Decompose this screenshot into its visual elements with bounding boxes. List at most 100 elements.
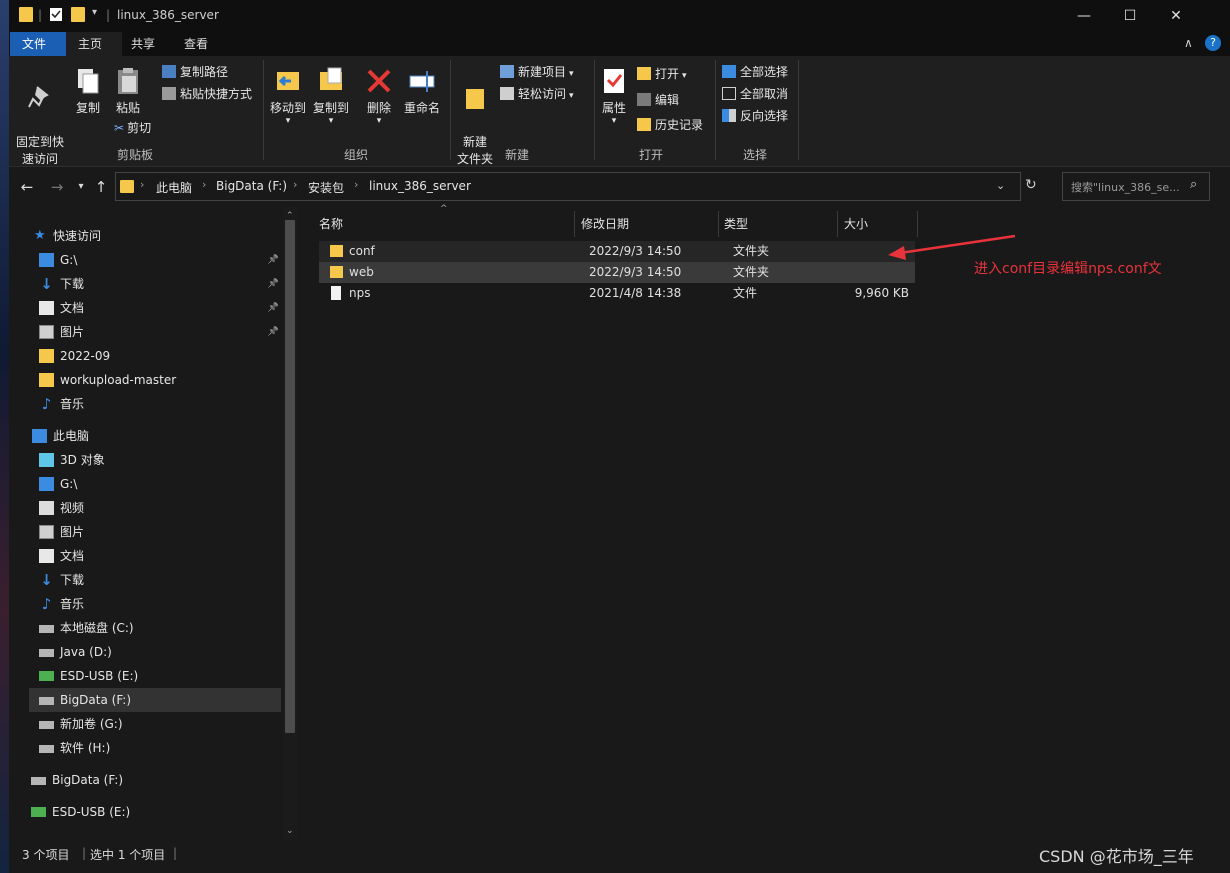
- invert-selection-button[interactable]: 反向选择: [722, 106, 788, 126]
- sidebar-item-label: 图片: [60, 525, 85, 539]
- delete-button[interactable]: 删除 ▾: [362, 66, 396, 126]
- sidebar-item[interactable]: BigData (F:): [29, 688, 281, 712]
- refresh-icon[interactable]: ↻: [1025, 177, 1037, 193]
- delete-icon: [364, 66, 394, 96]
- column-header-name[interactable]: 名称: [319, 212, 343, 236]
- edit-button[interactable]: 编辑: [637, 90, 679, 110]
- column-divider[interactable]: [574, 211, 575, 237]
- address-dropdown-icon[interactable]: ⌄: [996, 179, 1005, 192]
- sidebar-item[interactable]: ESD-USB (E:): [21, 800, 281, 824]
- search-box[interactable]: 搜索"linux_386_se... ⌕: [1062, 172, 1210, 201]
- sidebar-item[interactable]: ♪ 音乐: [29, 392, 281, 416]
- sidebar-item[interactable]: 3D 对象: [29, 448, 281, 472]
- pin-icon[interactable]: 📌: [268, 296, 279, 320]
- select-none-button[interactable]: 全部取消: [722, 84, 788, 104]
- recent-dropdown-icon[interactable]: ▾: [71, 177, 91, 197]
- sidebar-item-label: 快速访问: [53, 229, 102, 243]
- sidebar-item-label: workupload-master: [60, 373, 177, 387]
- breadcrumb-this-pc[interactable]: 此电脑: [156, 179, 192, 196]
- maximize-button[interactable]: ☐: [1107, 0, 1153, 32]
- copy-button[interactable]: 复制: [71, 66, 105, 117]
- new-item-button[interactable]: 新建项目 ▾: [500, 62, 574, 82]
- sidebar-item[interactable]: 本地磁盘 (C:): [29, 616, 281, 640]
- up-arrow-icon[interactable]: ↑: [91, 177, 111, 197]
- file-row[interactable]: nps 2021/4/8 14:38 文件 9,960 KB: [319, 283, 915, 304]
- paste-shortcut-button[interactable]: 粘贴快捷方式: [162, 84, 252, 104]
- address-bar[interactable]: › 此电脑 › BigData (F:) › 安装包 › linux_386_s…: [115, 172, 1021, 201]
- scroll-up-icon[interactable]: ⌃: [286, 211, 294, 221]
- column-header-size[interactable]: 大小: [844, 212, 868, 236]
- sidebar-item[interactable]: 图片: [29, 520, 281, 544]
- sidebar-item[interactable]: workupload-master: [29, 368, 281, 392]
- move-to-button[interactable]: 移动到 ▾: [268, 66, 308, 126]
- paste-button[interactable]: 粘贴: [111, 66, 145, 117]
- new-folder-quick-icon[interactable]: [71, 7, 85, 22]
- open-button[interactable]: 打开 ▾: [637, 64, 687, 84]
- cut-button[interactable]: ✂ 剪切: [114, 118, 151, 138]
- file-row[interactable]: web 2022/9/3 14:50 文件夹: [319, 262, 915, 283]
- sidebar-item[interactable]: 新加卷 (G:): [29, 712, 281, 736]
- search-icon[interactable]: ⌕: [1190, 177, 1197, 192]
- sidebar-scrollbar-thumb[interactable]: [285, 220, 295, 733]
- properties-quick-icon[interactable]: [49, 7, 63, 22]
- download-icon: ↓: [40, 275, 53, 293]
- file-type: 文件: [733, 286, 758, 300]
- chevron-right-icon[interactable]: ›: [293, 178, 297, 191]
- sidebar-item[interactable]: ESD-USB (E:): [29, 664, 281, 688]
- pin-icon[interactable]: 📌: [268, 248, 279, 272]
- history-button[interactable]: 历史记录: [637, 115, 703, 135]
- tab-share[interactable]: 共享: [119, 32, 175, 56]
- chevron-right-icon[interactable]: ›: [202, 178, 206, 191]
- easy-access-button[interactable]: 轻松访问 ▾: [500, 84, 574, 104]
- tab-file[interactable]: 文件: [10, 32, 66, 56]
- sidebar-item[interactable]: BigData (F:): [21, 768, 281, 792]
- tab-view[interactable]: 查看: [172, 32, 228, 56]
- sidebar-item[interactable]: 软件 (H:): [29, 736, 281, 760]
- tab-home[interactable]: 主页: [66, 32, 122, 56]
- column-header-type[interactable]: 类型: [724, 212, 748, 236]
- sidebar-item[interactable]: 2022-09: [29, 344, 281, 368]
- minimize-button[interactable]: —: [1061, 0, 1107, 32]
- file-row[interactable]: conf 2022/9/3 14:50 文件夹: [319, 241, 915, 262]
- forward-arrow-icon[interactable]: →: [47, 177, 67, 197]
- select-all-button[interactable]: 全部选择: [722, 62, 788, 82]
- sidebar-quick-access[interactable]: ★ 快速访问: [31, 224, 281, 248]
- copy-to-button[interactable]: 复制到 ▾: [311, 66, 351, 126]
- copy-path-button[interactable]: 复制路径: [162, 62, 228, 82]
- pin-quick-access-button[interactable]: 固定到快 速访问: [13, 66, 67, 168]
- breadcrumb-current[interactable]: linux_386_server: [369, 179, 471, 193]
- scroll-down-icon[interactable]: ⌄: [286, 826, 294, 836]
- column-divider[interactable]: [837, 211, 838, 237]
- sidebar-item[interactable]: ↓ 下载 📌: [29, 272, 281, 296]
- sidebar-item[interactable]: ♪ 音乐: [29, 592, 281, 616]
- back-arrow-icon[interactable]: ←: [17, 177, 37, 197]
- chevron-right-icon[interactable]: ›: [354, 178, 358, 191]
- sidebar-item[interactable]: G:\ 📌: [29, 248, 281, 272]
- breadcrumb-install-pack[interactable]: 安装包: [308, 179, 344, 196]
- help-icon[interactable]: ?: [1205, 35, 1221, 51]
- computer-icon: [32, 429, 47, 443]
- sidebar-item[interactable]: ↓ 下载: [29, 568, 281, 592]
- close-button[interactable]: ✕: [1153, 0, 1199, 32]
- pin-icon[interactable]: 📌: [268, 320, 279, 344]
- breadcrumb-bigdata[interactable]: BigData (F:): [216, 179, 287, 193]
- properties-button[interactable]: 属性 ▾: [597, 66, 631, 126]
- sidebar-item[interactable]: Java (D:): [29, 640, 281, 664]
- quick-access-dropdown-icon[interactable]: ▾: [92, 7, 97, 18]
- sidebar-this-pc[interactable]: 此电脑: [31, 424, 281, 448]
- collapse-ribbon-icon[interactable]: ∧: [1184, 36, 1193, 50]
- sidebar-item[interactable]: 视频: [29, 496, 281, 520]
- pin-icon[interactable]: 📌: [268, 272, 279, 296]
- chevron-right-icon[interactable]: ›: [140, 178, 144, 191]
- paste-label: 粘贴: [115, 101, 140, 115]
- file-date: 2022/9/3 14:50: [589, 244, 682, 258]
- sidebar-item-label: BigData (F:): [52, 773, 124, 787]
- rename-button[interactable]: 重命名: [402, 66, 442, 117]
- sidebar-item[interactable]: 图片 📌: [29, 320, 281, 344]
- column-header-date[interactable]: 修改日期: [581, 212, 629, 236]
- sidebar-item[interactable]: 文档: [29, 544, 281, 568]
- sidebar-item[interactable]: G:\: [29, 472, 281, 496]
- sidebar-item-label: G:\: [60, 253, 78, 267]
- column-divider[interactable]: [718, 211, 719, 237]
- sidebar-item[interactable]: 文档 📌: [29, 296, 281, 320]
